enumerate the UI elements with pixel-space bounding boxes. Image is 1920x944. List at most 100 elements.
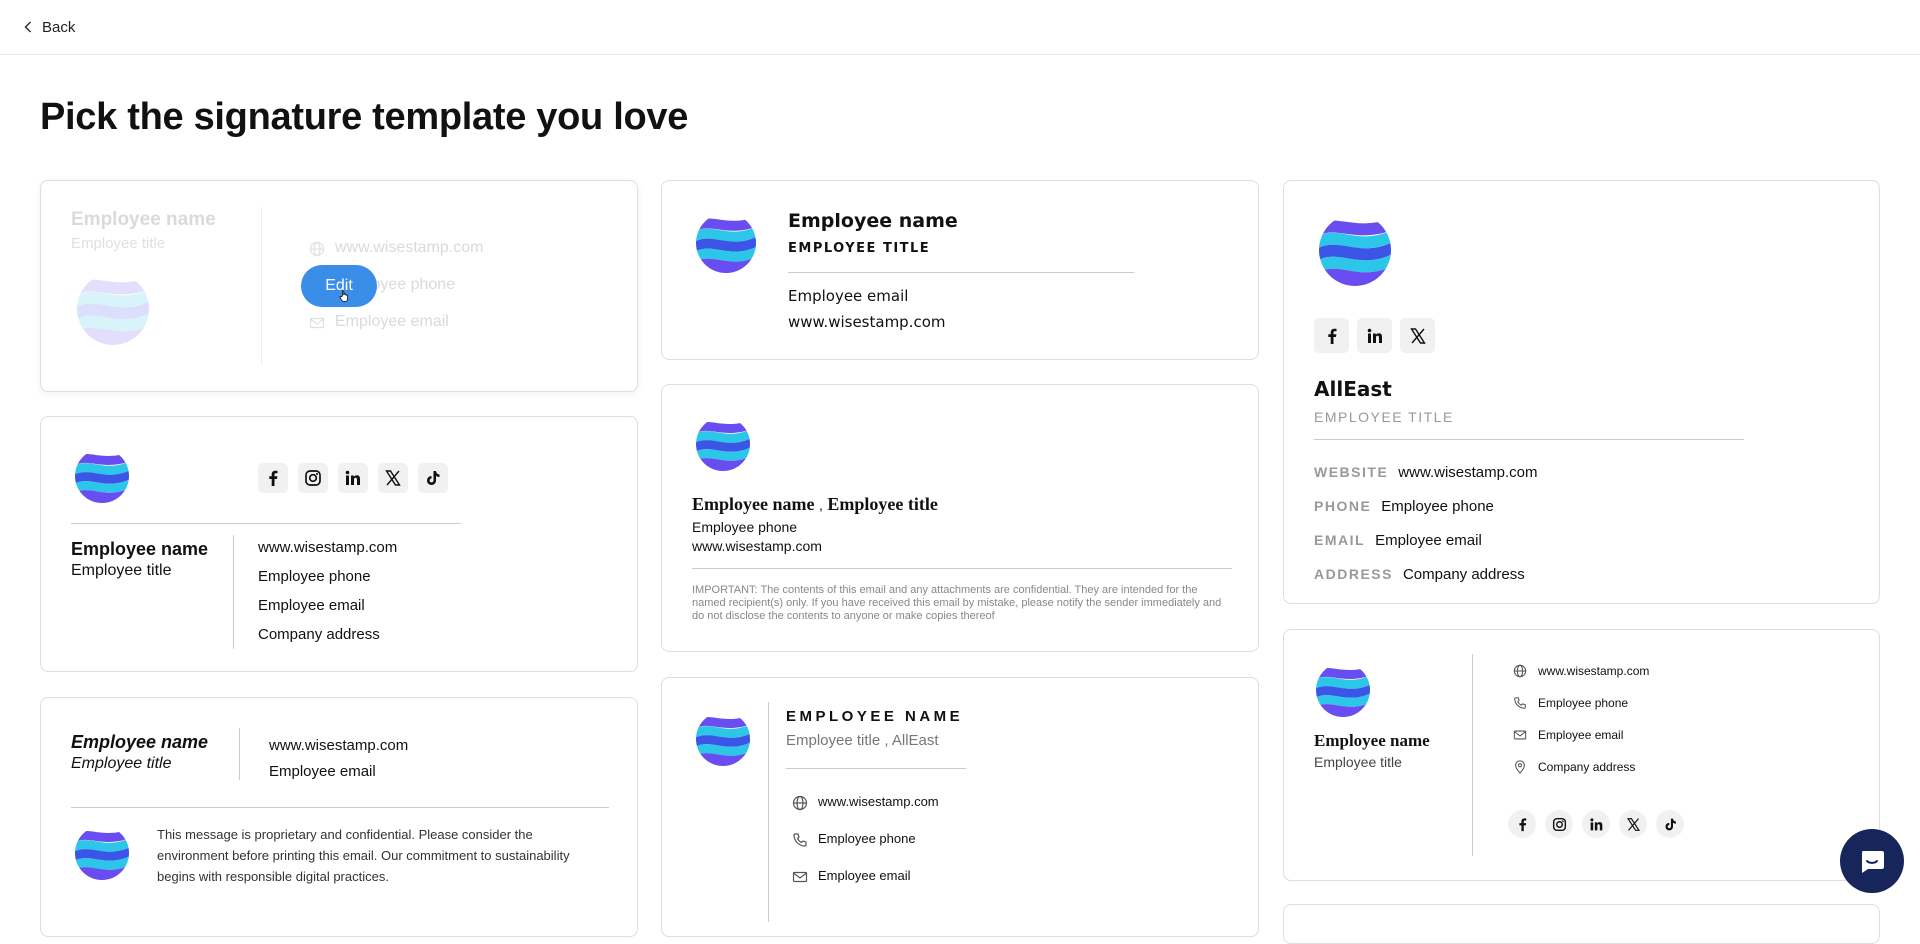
template-card-5[interactable]: Employee name , Employee title Employee … [661, 384, 1259, 652]
company-logo-icon [77, 273, 149, 345]
phone-icon [792, 832, 808, 848]
t6-email: Employee email [1538, 728, 1624, 742]
template-card-3[interactable]: AllEast EMPLOYEE TITLE WEBSITE www.wises… [1283, 180, 1880, 604]
linkedin-icon[interactable] [1357, 318, 1392, 353]
t8-divider-v [768, 702, 769, 922]
phone-icon [1513, 696, 1527, 710]
t6-website: www.wisestamp.com [1538, 664, 1650, 678]
t6-title: Employee title [1314, 754, 1402, 770]
x-twitter-icon[interactable] [378, 463, 408, 493]
t2-email: Employee email [788, 287, 909, 305]
social-icons [1314, 318, 1435, 353]
t4-title: Employee title [71, 562, 172, 579]
template-card-6[interactable]: Employee name Employee title www.wisesta… [1283, 629, 1880, 881]
t7-website: www.wisestamp.com [269, 737, 409, 754]
t3-row-label: EMAIL [1314, 532, 1366, 548]
template-card-7[interactable]: Employee name Employee title www.wisesta… [40, 697, 638, 937]
t6-address: Company address [1538, 760, 1636, 774]
t1-divider [261, 207, 262, 365]
chat-support-button[interactable] [1840, 829, 1904, 893]
t7-divider-h [71, 807, 609, 808]
t3-row-website: WEBSITE www.wisestamp.com [1314, 455, 1537, 489]
template-card-1[interactable]: Employee name Employee title www.wisesta… [40, 180, 638, 392]
t4-phone: Employee phone [258, 568, 371, 585]
t3-row-value: Employee phone [1381, 497, 1494, 515]
t5-name-line: Employee name , Employee title [692, 494, 938, 515]
t8-website: www.wisestamp.com [818, 794, 939, 809]
t8-name: EMPLOYEE NAME [786, 708, 964, 725]
location-pin-icon [1513, 760, 1527, 774]
page-title: Pick the signature template you love [40, 96, 689, 138]
t3-row-value: Employee email [1375, 531, 1482, 549]
linkedin-icon[interactable] [1582, 810, 1610, 838]
t4-divider-v [233, 535, 234, 649]
t3-row-label: WEBSITE [1314, 464, 1389, 480]
company-logo-icon [696, 712, 750, 766]
t3-row-phone: PHONE Employee phone [1314, 489, 1537, 523]
instagram-icon[interactable] [1545, 810, 1573, 838]
company-logo-icon [75, 449, 129, 503]
mail-icon [309, 315, 325, 331]
t7-divider-v [239, 728, 240, 780]
company-logo-icon [75, 826, 129, 880]
t7-email: Employee email [269, 763, 376, 780]
t3-row-value: www.wisestamp.com [1398, 463, 1538, 481]
x-twitter-icon[interactable] [1619, 810, 1647, 838]
t8-phone: Employee phone [818, 831, 916, 846]
tiktok-icon[interactable] [418, 463, 448, 493]
template-card-9[interactable] [1283, 904, 1880, 944]
globe-icon [309, 241, 325, 257]
chat-bubble-icon [1862, 851, 1884, 873]
t5-disclaimer: IMPORTANT: The contents of this email an… [692, 584, 1222, 622]
mail-icon [792, 869, 808, 885]
t6-name: Employee name [1314, 731, 1430, 750]
t3-company: AllEast [1314, 377, 1392, 401]
t2-title: EMPLOYEE TITLE [788, 241, 931, 256]
facebook-icon[interactable] [258, 463, 288, 493]
template-card-2[interactable]: Employee name EMPLOYEE TITLE Employee em… [661, 180, 1259, 360]
t3-row-email: EMAIL Employee email [1314, 523, 1537, 557]
social-icons [1508, 810, 1684, 838]
back-label: Back [42, 18, 76, 36]
globe-icon [792, 795, 808, 811]
t6-divider-v [1472, 654, 1473, 856]
t2-website: www.wisestamp.com [788, 313, 946, 331]
social-icons [258, 463, 448, 493]
t1-title: Employee title [71, 235, 166, 252]
t8-divider-h [786, 768, 966, 769]
back-button[interactable]: Back [24, 19, 75, 36]
t3-row-value: Company address [1402, 565, 1525, 583]
t2-name: Employee name [788, 210, 958, 232]
t3-row-address: ADDRESS Company address [1314, 557, 1537, 591]
company-logo-icon [1319, 214, 1391, 286]
t3-contact-rows: WEBSITE www.wisestamp.com PHONE Employee… [1314, 455, 1537, 591]
globe-icon [1513, 664, 1527, 678]
facebook-icon[interactable] [1508, 810, 1536, 838]
t5-title: Employee title [827, 494, 938, 514]
t8-email: Employee email [818, 868, 911, 883]
x-twitter-icon[interactable] [1400, 318, 1435, 353]
t7-name: Employee name [71, 732, 209, 752]
hand-cursor-icon [339, 290, 348, 302]
t4-divider-h [71, 523, 461, 524]
tiktok-icon[interactable] [1656, 810, 1684, 838]
t1-name: Employee name [71, 209, 216, 230]
t1-website: www.wisestamp.com [335, 239, 484, 256]
top-bar: Back [0, 0, 1920, 55]
t3-row-label: PHONE [1314, 498, 1372, 514]
template-card-8[interactable]: EMPLOYEE NAME Employee title , AllEast w… [661, 677, 1259, 937]
t5-phone: Employee phone [692, 519, 798, 535]
t7-disclaimer: This message is proprietary and confiden… [157, 827, 570, 884]
linkedin-icon[interactable] [338, 463, 368, 493]
t6-phone: Employee phone [1538, 696, 1629, 710]
t5-separator: , [818, 497, 823, 513]
company-logo-icon [1316, 663, 1370, 717]
t4-website: www.wisestamp.com [258, 539, 398, 556]
t3-row-label: ADDRESS [1314, 566, 1393, 582]
facebook-icon[interactable] [1314, 318, 1349, 353]
template-card-4[interactable]: Employee name Employee title www.wisesta… [40, 416, 638, 672]
t4-address: Company address [258, 626, 380, 643]
mail-icon [1513, 728, 1527, 742]
instagram-icon[interactable] [298, 463, 328, 493]
company-logo-icon [696, 213, 756, 273]
